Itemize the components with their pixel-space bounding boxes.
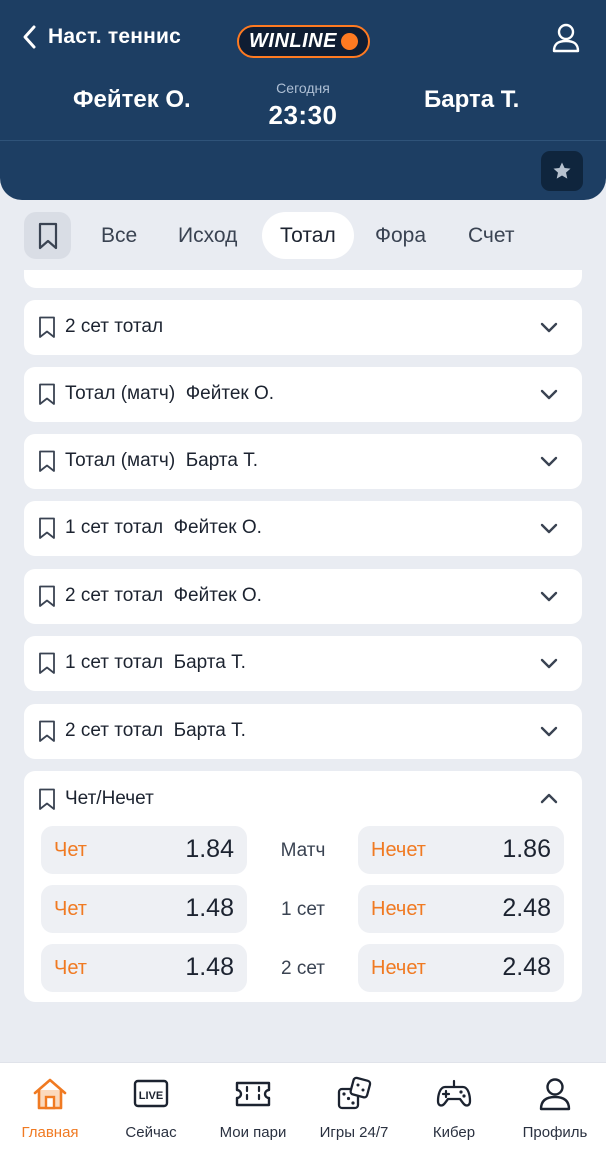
market-title: Тотал (матч) Фейтек О. [65, 383, 275, 404]
favorite-button[interactable] [541, 151, 583, 191]
bookmark-icon[interactable] [38, 450, 56, 473]
market-title: 2 сет тотал Барта Т. [65, 720, 246, 741]
user-icon [552, 23, 580, 53]
nav-label: Кибер [432, 1124, 476, 1141]
nav-label: Мои пари [219, 1124, 287, 1141]
ticket-icon [235, 1081, 271, 1107]
market-expanded: Чет/Нечет Чет 1.84 Матч Нечет 1.86 Чет 1… [24, 771, 582, 1002]
odd-button-odd-match[interactable]: Нечет 1.86 [358, 826, 564, 874]
market-title: 2 сет тотал [65, 316, 164, 337]
odd-button-odd-set2[interactable]: Нечет 2.48 [358, 944, 564, 992]
logo-text: WINLINE [249, 30, 337, 52]
period-label: 1 сет [281, 899, 325, 920]
chevron-down-icon [540, 658, 558, 669]
tab-all[interactable]: Все [101, 212, 137, 259]
nav-item-cyber[interactable]: Кибер [404, 1075, 504, 1145]
odd-value: 2.48 [502, 953, 551, 981]
nav-item-games[interactable]: Игры 24/7 [304, 1075, 404, 1145]
odd-label: Нечет [371, 839, 426, 861]
market-title: 1 сет тотал Фейтек О. [65, 517, 262, 538]
market-row[interactable]: 2 сет тотал Фейтек О. [24, 569, 582, 624]
winline-logo: WINLINE [237, 25, 370, 58]
odd-value: 1.48 [185, 894, 234, 922]
odd-label: Нечет [371, 898, 426, 920]
market-row[interactable]: 2 сет тотал Барта Т. [24, 704, 582, 759]
dice-icon [337, 1076, 372, 1110]
nav-label: Сейчас [125, 1124, 177, 1141]
nav-label: Профиль [522, 1124, 588, 1141]
nav-item-my-bets[interactable]: Мои пари [203, 1075, 303, 1145]
profile-icon [539, 1078, 571, 1111]
logo-dot [340, 33, 358, 50]
odd-button-even-match[interactable]: Чет 1.84 [41, 826, 247, 874]
odd-value: 2.48 [502, 894, 551, 922]
odd-label: Чет [54, 839, 87, 861]
user-button[interactable] [548, 20, 584, 56]
period-label: 2 сет [281, 958, 325, 979]
bookmark-icon [38, 222, 57, 249]
back-label: Наст. теннис [48, 25, 181, 48]
live-icon-text: LIVE [139, 1090, 163, 1102]
gamepad-icon [436, 1079, 472, 1107]
market-row[interactable]: Тотал (матч) Фейтек О. [24, 367, 582, 422]
market-title: 1 сет тотал Барта Т. [65, 652, 246, 673]
chevron-down-icon [540, 456, 558, 467]
odd-button-odd-set1[interactable]: Нечет 2.48 [358, 885, 564, 933]
market-row[interactable]: 1 сет тотал Фейтек О. [24, 501, 582, 556]
market-row[interactable]: 2 сет тотал [24, 300, 582, 355]
tab-score[interactable]: Счет [468, 212, 514, 259]
chevron-up-icon[interactable] [540, 791, 558, 805]
bottom-nav: Главная LIVE Сейчас Мои пари Игры 24/7 К… [0, 1062, 606, 1150]
chevron-left-icon [23, 25, 36, 49]
odd-value: 1.48 [185, 953, 234, 981]
nav-label: Игры 24/7 [319, 1124, 389, 1141]
live-icon: LIVE [133, 1079, 169, 1108]
bookmark-icon[interactable] [38, 585, 56, 608]
chevron-down-icon [540, 389, 558, 400]
odd-label: Чет [54, 898, 87, 920]
bookmark-icon[interactable] [38, 517, 56, 540]
back-button[interactable]: Наст. теннис [20, 22, 181, 52]
star-icon [553, 162, 571, 179]
market-row[interactable]: 1 сет тотал Барта Т. [24, 636, 582, 691]
odd-value: 1.84 [185, 835, 234, 863]
chevron-down-icon [540, 523, 558, 534]
odd-value: 1.86 [502, 835, 551, 863]
bookmark-icon[interactable] [38, 788, 56, 811]
market-title: Тотал (матч) Барта Т. [65, 450, 259, 471]
match-header: Наст. теннис WINLINE Фейтек О. Сегодня 2… [0, 0, 606, 200]
chevron-down-icon [540, 322, 558, 333]
filter-tabs: Все Исход Тотал Фора Счет [0, 210, 606, 264]
chevron-down-icon [540, 591, 558, 602]
market-row[interactable]: Тотал (матч) Барта Т. [24, 434, 582, 489]
market-title: 2 сет тотал Фейтек О. [65, 585, 262, 606]
header-divider [0, 140, 606, 141]
nav-item-profile[interactable]: Профиль [505, 1075, 605, 1145]
odd-button-even-set1[interactable]: Чет 1.48 [41, 885, 247, 933]
odd-label: Чет [54, 957, 87, 979]
nav-item-home[interactable]: Главная [0, 1075, 100, 1145]
market-card-partial [24, 270, 582, 288]
chevron-down-icon [540, 726, 558, 737]
home-icon [33, 1078, 67, 1110]
away-team: Барта Т. [424, 86, 520, 113]
nav-item-live[interactable]: LIVE Сейчас [101, 1075, 201, 1145]
bookmark-icon[interactable] [38, 652, 56, 675]
tab-outcome[interactable]: Исход [178, 212, 237, 259]
bookmark-icon[interactable] [38, 383, 56, 406]
bookmark-icon[interactable] [38, 316, 56, 339]
market-title: Чет/Нечет [65, 788, 154, 809]
nav-label: Главная [21, 1124, 79, 1141]
odd-button-even-set2[interactable]: Чет 1.48 [41, 944, 247, 992]
bookmark-icon[interactable] [38, 720, 56, 743]
tab-handicap[interactable]: Фора [375, 212, 426, 259]
bookmark-filter-button[interactable] [24, 212, 71, 259]
period-label: Матч [280, 840, 326, 861]
odd-label: Нечет [371, 957, 426, 979]
tab-total[interactable]: Тотал [262, 212, 354, 259]
